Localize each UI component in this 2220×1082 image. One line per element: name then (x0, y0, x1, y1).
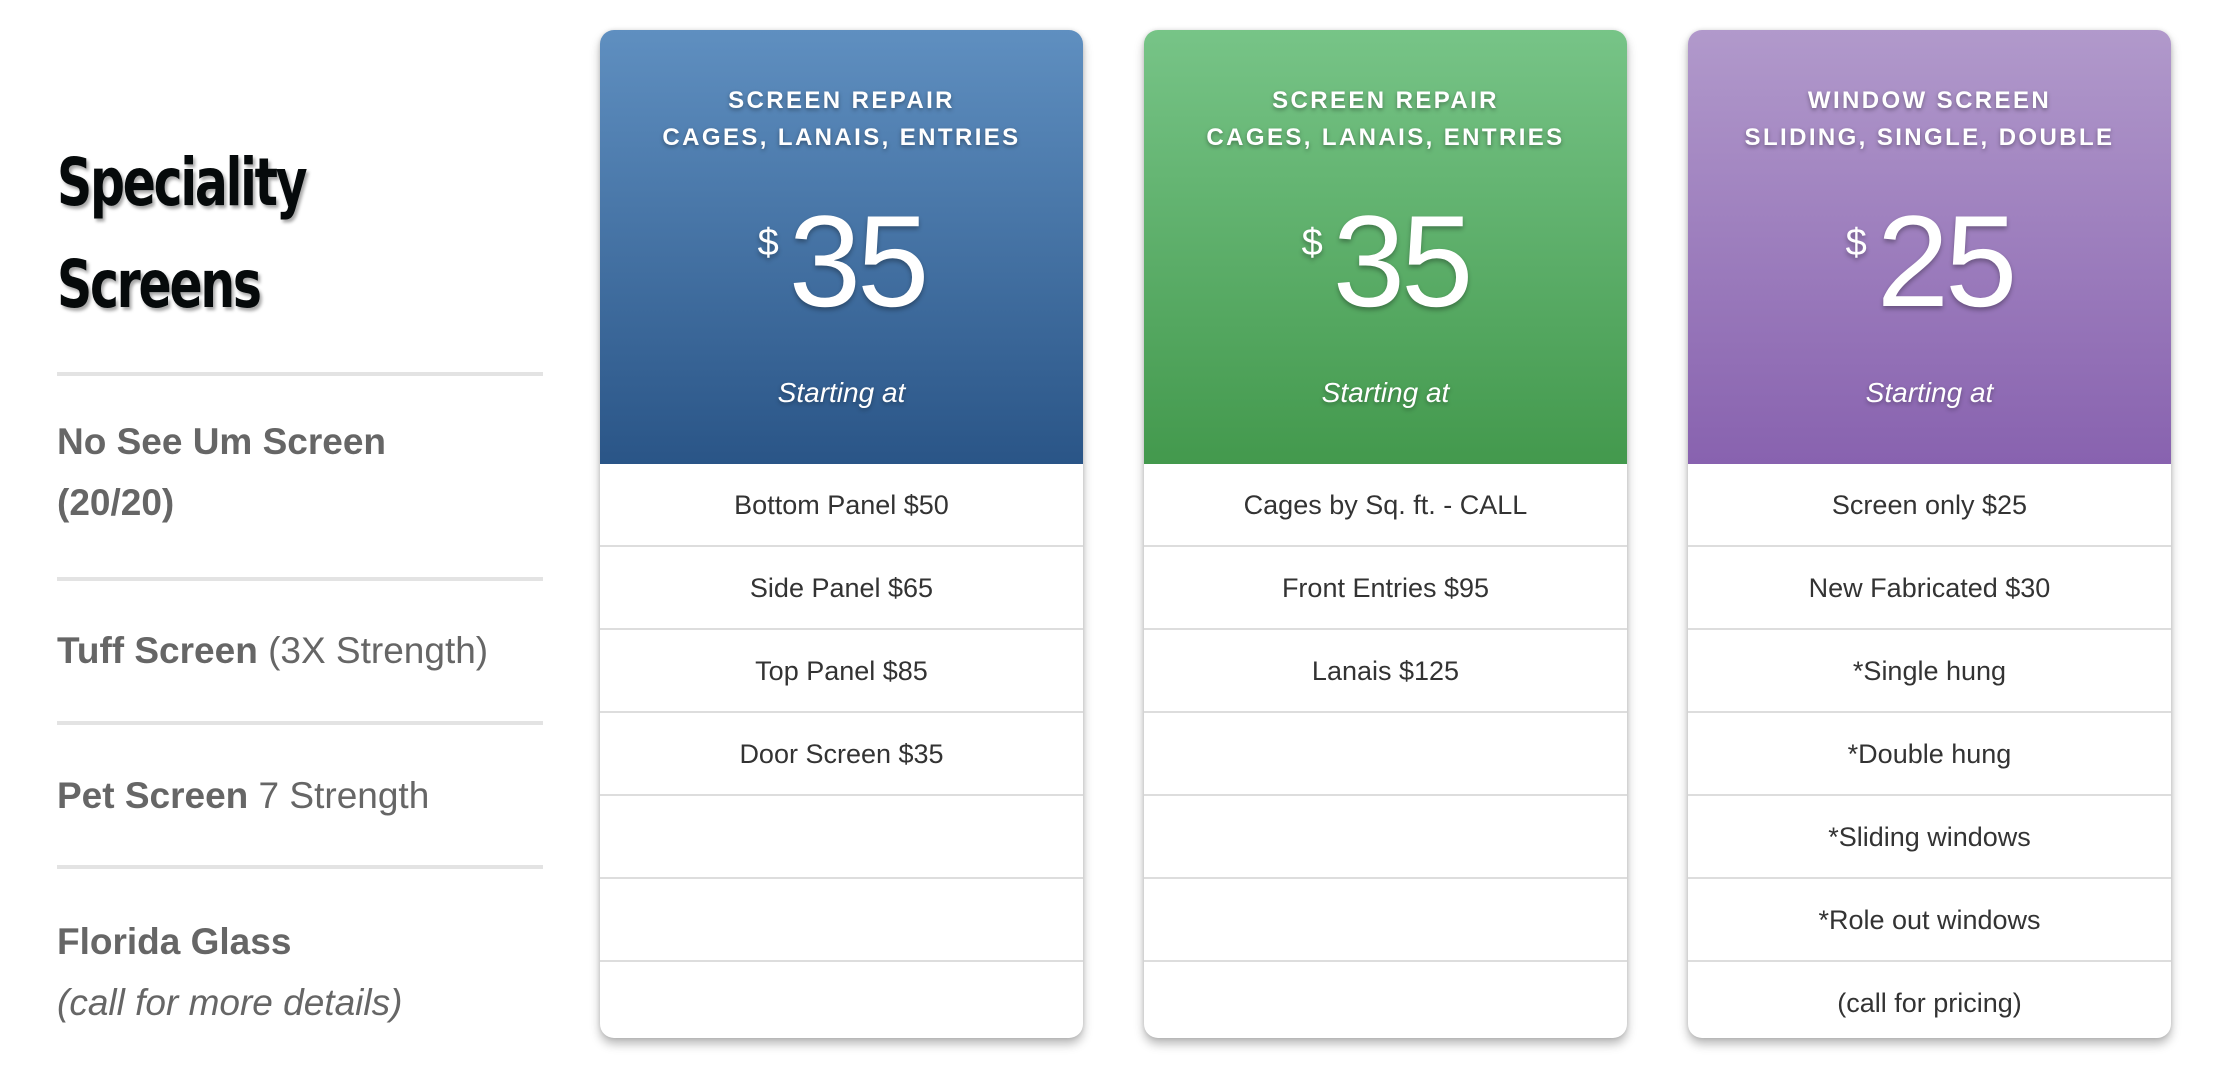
card-item-list: Screen only $25 New Fabricated $30 *Sing… (1688, 464, 2171, 1038)
card-item: Front Entries $95 (1144, 547, 1627, 630)
pricing-card-screen-repair-blue: SCREEN REPAIR CAGES, LANAIS, ENTRIES $35… (600, 30, 1083, 1038)
card-item-list: Cages by Sq. ft. - CALL Front Entries $9… (1144, 464, 1627, 1038)
card-item: New Fabricated $30 (1688, 547, 2171, 630)
feature-name: Florida Glass (57, 921, 292, 962)
card-title: SCREEN REPAIR CAGES, LANAIS, ENTRIES (600, 82, 1083, 156)
card-item: *Sliding windows (1688, 796, 2171, 879)
price: $25 (1688, 196, 2171, 326)
price-amount: 25 (1876, 188, 2018, 334)
card-item: Side Panel $65 (600, 547, 1083, 630)
price-subtitle: Starting at (777, 377, 906, 408)
page-title-line: Speciality (57, 144, 308, 221)
card-item (1144, 879, 1627, 962)
card-item: Bottom Panel $50 (600, 464, 1083, 547)
price: $35 (1144, 196, 1627, 326)
feature-pet-screen: Pet Screen 7 Strength (57, 765, 543, 826)
card-item (1144, 962, 1627, 1038)
card-item (600, 879, 1083, 962)
pricing-card-window-screen: WINDOW SCREEN SLIDING, SINGLE, DOUBLE $2… (1688, 30, 2171, 1038)
divider (57, 865, 543, 869)
feature-spec: 7 Strength (248, 775, 430, 816)
page-title-line: Screens (57, 246, 262, 323)
feature-name: Tuff Screen (57, 630, 258, 671)
currency-symbol: $ (1301, 222, 1323, 264)
card-item: Cages by Sq. ft. - CALL (1144, 464, 1627, 547)
feature-tuff-screen: Tuff Screen (3X Strength) (57, 620, 543, 681)
card-title-line: WINDOW SCREEN (1807, 87, 2052, 114)
card-title-line: CAGES, LANAIS, ENTRIES (1206, 124, 1565, 151)
currency-symbol: $ (1845, 222, 1867, 264)
feature-florida-glass: Florida Glass (call for more details) (57, 911, 543, 1033)
card-item: Lanais $125 (1144, 630, 1627, 713)
card-item: Screen only $25 (1688, 464, 2171, 547)
card-item (1144, 713, 1627, 796)
card-title-line: SCREEN REPAIR (728, 87, 955, 114)
price-amount: 35 (1332, 188, 1474, 334)
feature-name: Pet Screen (57, 775, 249, 816)
pricing-card-screen-repair-green: SCREEN REPAIR CAGES, LANAIS, ENTRIES $35… (1144, 30, 1627, 1038)
feature-name: No See Um Screen (57, 421, 387, 462)
currency-symbol: $ (757, 222, 779, 264)
card-header: SCREEN REPAIR CAGES, LANAIS, ENTRIES $35… (600, 30, 1083, 464)
price: $35 (600, 196, 1083, 326)
card-item-list: Bottom Panel $50 Side Panel $65 Top Pane… (600, 464, 1083, 1038)
card-item: *Double hung (1688, 713, 2171, 796)
card-title-line: CAGES, LANAIS, ENTRIES (662, 124, 1021, 151)
card-title-line: SLIDING, SINGLE, DOUBLE (1744, 124, 2115, 151)
card-item: *Single hung (1688, 630, 2171, 713)
card-item: Top Panel $85 (600, 630, 1083, 713)
feature-spec: (3X Strength) (257, 630, 489, 671)
divider (57, 721, 543, 725)
feature-no-see-um: No See Um Screen (20/20) (57, 411, 543, 533)
feature-spec: (20/20) (57, 482, 175, 523)
divider (57, 577, 543, 581)
card-item (600, 796, 1083, 879)
card-item (600, 962, 1083, 1038)
card-title: WINDOW SCREEN SLIDING, SINGLE, DOUBLE (1688, 82, 2171, 156)
card-header: WINDOW SCREEN SLIDING, SINGLE, DOUBLE $2… (1688, 30, 2171, 464)
card-title-line: SCREEN REPAIR (1272, 87, 1499, 114)
card-item: *Role out windows (1688, 879, 2171, 962)
price-amount: 35 (788, 188, 930, 334)
price-subtitle: Starting at (1865, 377, 1994, 408)
card-item: (call for pricing) (1837, 988, 2022, 1018)
card-item: Door Screen $35 (600, 713, 1083, 796)
card-title: SCREEN REPAIR CAGES, LANAIS, ENTRIES (1144, 82, 1627, 156)
divider (57, 372, 543, 376)
card-header: SCREEN REPAIR CAGES, LANAIS, ENTRIES $35… (1144, 30, 1627, 464)
price-subtitle: Starting at (1321, 377, 1450, 408)
page-title: Speciality Screens (57, 132, 308, 336)
card-item (1144, 796, 1627, 879)
feature-note: (call for more details) (57, 982, 403, 1023)
